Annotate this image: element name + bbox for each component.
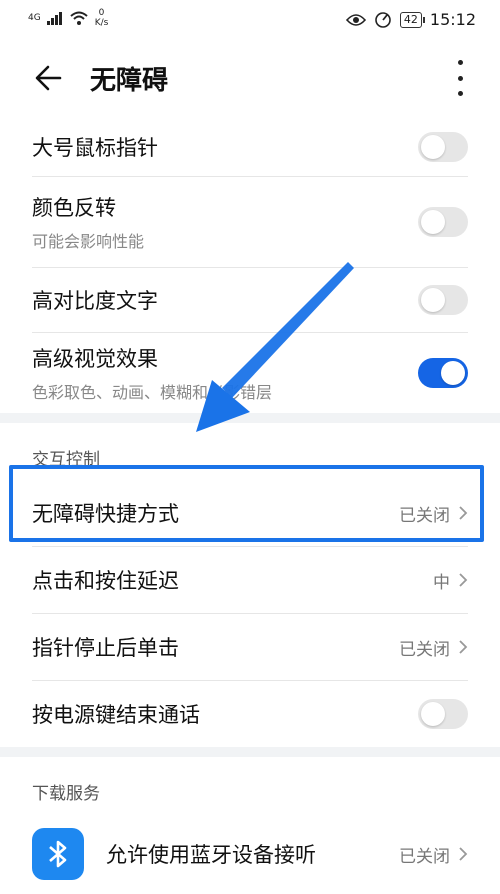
setting-label: 点击和按住延迟 bbox=[32, 569, 179, 593]
network-type: 4G bbox=[28, 13, 41, 23]
setting-subtitle: 色彩取色、动画、模糊和光影错层 bbox=[32, 383, 273, 402]
setting-value: 已关闭 bbox=[399, 846, 450, 867]
high-contrast-toggle[interactable] bbox=[418, 285, 468, 315]
speedometer-icon bbox=[375, 11, 391, 28]
color-inversion-toggle[interactable] bbox=[418, 207, 468, 237]
more-menu-button[interactable] bbox=[450, 60, 470, 96]
setting-label: 指针停止后单击 bbox=[32, 636, 179, 660]
setting-label: 按电源键结束通话 bbox=[32, 703, 200, 727]
setting-label: 高级视觉效果 bbox=[32, 347, 158, 371]
setting-label: 允许使用蓝牙设备接听 bbox=[106, 843, 316, 867]
setting-label: 高对比度文字 bbox=[32, 289, 158, 313]
chevron-right-icon bbox=[459, 640, 468, 654]
section-title-interaction: 交互控制 bbox=[0, 423, 500, 480]
setting-touch-hold-delay[interactable]: 点击和按住延迟 中 bbox=[0, 547, 500, 613]
setting-value: 中 bbox=[433, 572, 450, 593]
chevron-right-icon bbox=[459, 506, 468, 520]
setting-color-inversion[interactable]: 颜色反转 可能会影响性能 bbox=[0, 177, 500, 267]
interaction-control-card: 交互控制 无障碍快捷方式 已关闭 点击和按住延迟 中 指针停止后单击 已关闭 按… bbox=[0, 423, 500, 747]
setting-value: 已关闭 bbox=[399, 505, 450, 526]
net-speed-unit: K/s bbox=[94, 18, 109, 28]
section-title-download: 下载服务 bbox=[0, 757, 500, 814]
setting-power-button-ends-call[interactable]: 按电源键结束通话 bbox=[0, 681, 500, 747]
setting-large-cursor[interactable]: 大号鼠标指针 bbox=[0, 118, 500, 176]
eye-icon bbox=[345, 13, 366, 26]
more-dots-icon bbox=[457, 60, 463, 65]
chevron-right-icon bbox=[459, 573, 468, 587]
status-bar: 4G 0 K/s 42 15:12 bbox=[0, 0, 500, 40]
setting-click-after-pointer-stops[interactable]: 指针停止后单击 已关闭 bbox=[0, 614, 500, 680]
setting-accessibility-shortcut[interactable]: 无障碍快捷方式 已关闭 bbox=[0, 480, 500, 546]
setting-label: 颜色反转 bbox=[32, 196, 116, 220]
clock: 15:12 bbox=[429, 10, 476, 29]
setting-advanced-visual-effects[interactable]: 高级视觉效果 色彩取色、动画、模糊和光影错层 bbox=[0, 333, 500, 413]
back-button[interactable] bbox=[30, 58, 70, 98]
page-title: 无障碍 bbox=[90, 66, 169, 96]
visual-settings-card: 大号鼠标指针 颜色反转 可能会影响性能 高对比度文字 高级视觉效果 色彩取色、动… bbox=[0, 118, 500, 413]
setting-subtitle: 可能会影响性能 bbox=[32, 232, 145, 251]
bluetooth-icon bbox=[32, 828, 84, 880]
advanced-visual-effects-toggle[interactable] bbox=[418, 358, 468, 388]
setting-value: 已关闭 bbox=[399, 639, 450, 660]
power-button-ends-call-toggle[interactable] bbox=[418, 699, 468, 729]
setting-label: 大号鼠标指针 bbox=[32, 136, 158, 160]
app-header: 无障碍 bbox=[0, 40, 500, 118]
setting-high-contrast-text[interactable]: 高对比度文字 bbox=[0, 268, 500, 332]
setting-label: 无障碍快捷方式 bbox=[32, 502, 179, 526]
download-service-card: 下载服务 允许使用蓝牙设备接听 已关闭 bbox=[0, 757, 500, 894]
signal-icon bbox=[46, 12, 62, 25]
battery-indicator: 42 bbox=[399, 11, 425, 28]
setting-bluetooth-answer[interactable]: 允许使用蓝牙设备接听 已关闭 bbox=[0, 814, 500, 894]
back-arrow-icon bbox=[35, 65, 62, 91]
wifi-icon bbox=[70, 11, 88, 25]
large-cursor-toggle[interactable] bbox=[418, 132, 468, 162]
net-speed-value: 0 bbox=[98, 8, 105, 18]
chevron-right-icon bbox=[459, 847, 468, 861]
